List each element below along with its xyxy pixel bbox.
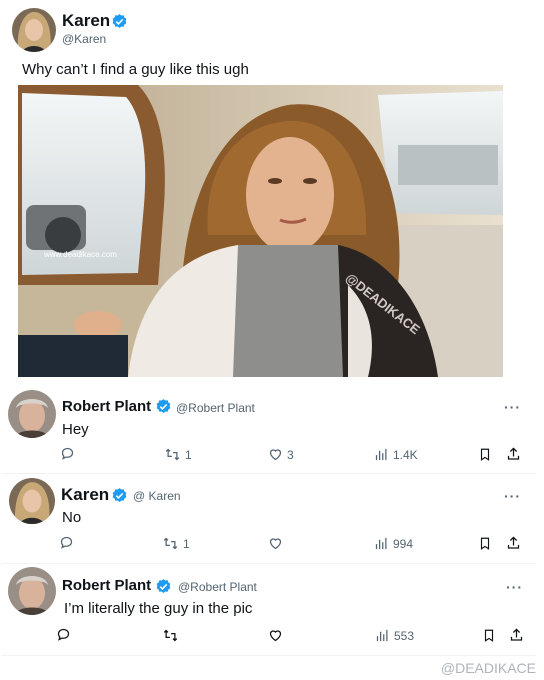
verified-badge-icon — [156, 399, 171, 413]
footer-watermark: @DEADIKACE — [440, 660, 536, 676]
author-handle[interactable]: @Robert Plant — [176, 401, 255, 415]
tweet-text: I’m literally the guy in the pic — [64, 600, 253, 617]
repost-count: 1 — [183, 536, 190, 551]
author-handle[interactable]: @ Karen — [133, 489, 181, 503]
repost-count: 1 — [185, 447, 192, 462]
views-count: 1.4K — [393, 447, 418, 462]
reply-button[interactable] — [60, 446, 75, 461]
more-icon[interactable]: ··· — [506, 579, 523, 595]
repost-icon — [163, 537, 178, 550]
author-name[interactable]: Robert Plant — [62, 398, 151, 415]
more-icon[interactable]: ··· — [504, 399, 521, 415]
reply-button[interactable] — [56, 627, 71, 642]
author-name[interactable]: Karen — [62, 11, 110, 31]
views-count: 553 — [394, 628, 415, 643]
repost-button[interactable]: 1 — [164, 447, 192, 462]
bookmark-icon[interactable] — [482, 628, 496, 643]
like-button[interactable] — [268, 628, 287, 643]
author-name[interactable]: Robert Plant — [62, 577, 151, 594]
verified-badge-icon — [112, 488, 127, 502]
tweet-text: No — [62, 509, 82, 526]
like-icon — [269, 630, 282, 642]
tweet-photo[interactable] — [18, 85, 503, 377]
tweet-text: Hey — [62, 421, 89, 438]
avatar[interactable] — [8, 567, 56, 615]
photo-watermark-url: www.deadikace.com — [44, 250, 117, 259]
repost-icon — [165, 448, 180, 461]
author-handle[interactable]: @Robert Plant — [178, 580, 257, 594]
bookmark-icon[interactable] — [478, 447, 492, 462]
views-button[interactable]: 1.4K — [374, 447, 418, 462]
views-count: 994 — [393, 536, 414, 551]
tweet-text: Why can’t I find a guy like this ugh — [22, 61, 249, 78]
share-icon[interactable] — [509, 627, 524, 643]
repost-icon — [163, 629, 178, 642]
views-icon — [375, 448, 387, 461]
author-handle[interactable]: @Karen — [62, 32, 106, 46]
more-icon[interactable]: ··· — [504, 488, 521, 504]
avatar[interactable] — [9, 478, 55, 524]
reply-icon — [57, 628, 70, 641]
bookmark-icon[interactable] — [478, 536, 492, 551]
share-icon[interactable] — [506, 535, 521, 551]
reply-icon — [61, 447, 74, 460]
verified-badge-icon — [112, 14, 127, 28]
views-icon — [376, 629, 388, 642]
avatar[interactable] — [12, 8, 56, 52]
like-icon — [269, 538, 282, 550]
reply-button[interactable] — [59, 535, 74, 550]
avatar[interactable] — [8, 390, 56, 438]
reply-icon — [60, 536, 73, 549]
like-button[interactable]: 3 — [268, 447, 294, 462]
views-button[interactable]: 553 — [375, 628, 414, 643]
share-icon[interactable] — [506, 446, 521, 462]
repost-button[interactable]: 1 — [162, 536, 190, 551]
views-icon — [375, 537, 387, 550]
repost-button[interactable] — [162, 628, 183, 643]
like-count: 3 — [287, 447, 294, 462]
author-name[interactable]: Karen — [61, 485, 109, 505]
like-icon — [269, 449, 282, 461]
like-button[interactable] — [268, 536, 287, 551]
views-button[interactable]: 994 — [374, 536, 413, 551]
verified-badge-icon — [156, 579, 171, 593]
